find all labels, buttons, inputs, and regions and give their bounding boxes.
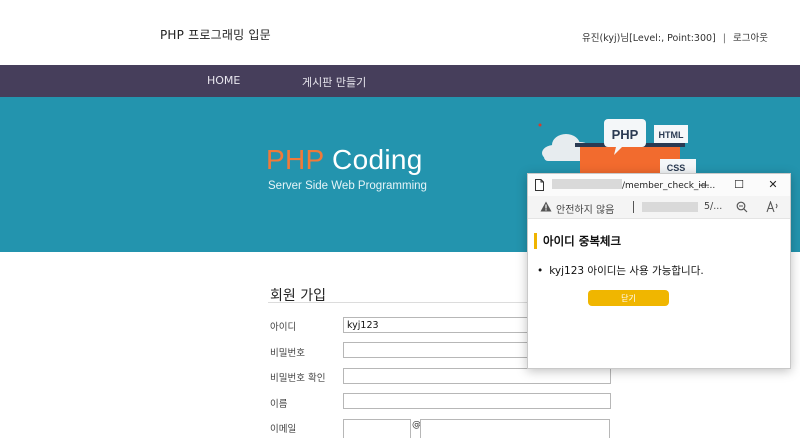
- message-text: kyj123 아이디는 사용 가능합니다.: [549, 265, 704, 277]
- svg-text:HTML: HTML: [659, 130, 684, 140]
- html-tag-icon: HTML: [654, 125, 688, 143]
- banner-title-coding: Coding: [323, 144, 423, 175]
- redacted-address: [642, 202, 698, 212]
- nav-home[interactable]: HOME: [207, 74, 240, 87]
- separator: |: [722, 33, 726, 44]
- security-status[interactable]: 안전하지 않음: [556, 201, 614, 216]
- id-available-message: • kyj123 아이디는 사용 가능합니다.: [537, 263, 704, 278]
- address-divider: [633, 201, 634, 213]
- name-label: 이름: [270, 399, 288, 410]
- close-button[interactable]: 닫기: [588, 290, 669, 306]
- zoom-icon[interactable]: [736, 201, 748, 213]
- bullet-icon: •: [537, 265, 544, 277]
- popup-titlebar[interactable]: /member_check_id... — ☐ ✕: [528, 174, 790, 196]
- nav-board[interactable]: 게시판 만들기: [302, 74, 366, 90]
- banner-title-php: PHP: [266, 144, 324, 175]
- maximize-button[interactable]: ☐: [730, 177, 748, 193]
- id-check-popup-window: /member_check_id... — ☐ ✕ 안전하지 않음 5/... …: [527, 173, 791, 369]
- email-label: 이메일: [270, 424, 297, 435]
- address-bar[interactable]: 안전하지 않음 5/...: [528, 196, 790, 219]
- site-title[interactable]: PHP 프로그래밍 입문: [160, 26, 271, 43]
- redacted-host: [552, 179, 622, 189]
- password-confirm-input[interactable]: [343, 368, 611, 384]
- password-label: 비밀번호: [270, 348, 305, 359]
- name-input[interactable]: [343, 393, 611, 409]
- svg-text:PHP: PHP: [612, 127, 639, 142]
- address-tail: 5/...: [704, 201, 723, 212]
- read-aloud-icon[interactable]: [766, 201, 780, 213]
- warning-icon: [540, 201, 552, 212]
- close-window-button[interactable]: ✕: [764, 177, 782, 193]
- email-domain-input[interactable]: [420, 419, 610, 438]
- userid-label: 아이디: [270, 322, 297, 333]
- minimize-button[interactable]: —: [695, 177, 713, 193]
- svg-text:CSS: CSS: [667, 163, 686, 173]
- logout-link[interactable]: 로그아웃: [733, 33, 768, 44]
- password-confirm-label: 비밀번호 확인: [270, 373, 326, 384]
- banner-title: PHP Coding: [266, 144, 423, 176]
- popup-url: /member_check_id...: [552, 179, 715, 191]
- user-info: 유진(kyj)님[Level:, Point:300] | 로그아웃: [582, 30, 768, 44]
- main-nav: HOME 게시판 만들기: [0, 65, 800, 97]
- top-header: PHP 프로그래밍 입문 유진(kyj)님[Level:, Point:300]…: [0, 0, 800, 65]
- popup-heading: 아이디 중복체크: [534, 233, 621, 249]
- user-status: 유진(kyj)님[Level:, Point:300]: [582, 33, 716, 44]
- page-icon: [535, 179, 544, 191]
- email-user-input[interactable]: [343, 419, 411, 438]
- banner-subtitle: Server Side Web Programming: [268, 180, 427, 192]
